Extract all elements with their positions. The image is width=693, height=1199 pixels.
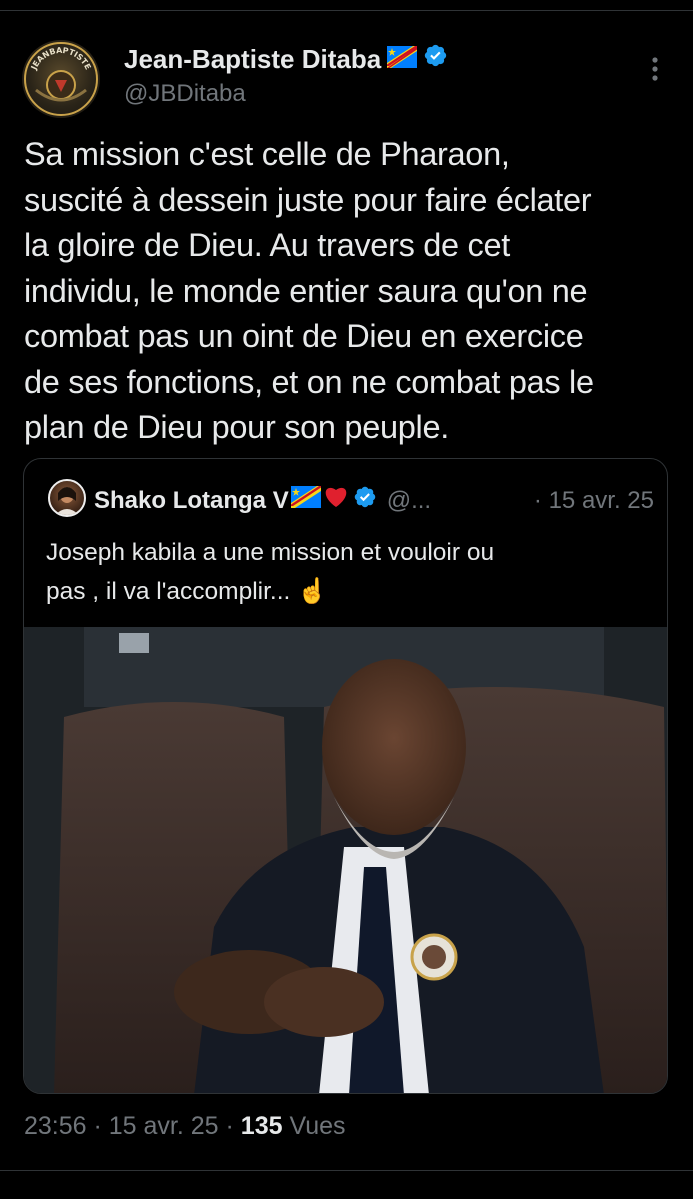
quoted-text: Joseph kabila a une mission et vouloir o… [46, 533, 646, 611]
quoted-date[interactable]: · 15 avr. 25 [534, 487, 654, 515]
quoted-author-avatar[interactable] [48, 479, 86, 517]
tweet-text: Sa mission c'est celle de Pharaon, susci… [24, 136, 594, 445]
tweet-meta: 23:56 · 15 avr. 25 · 135 Vues [24, 1112, 346, 1141]
more-options-button[interactable] [640, 52, 670, 86]
pointing-up-emoji: ☝️ [297, 578, 328, 605]
drc-flag-icon [387, 44, 418, 75]
quoted-author-handle[interactable]: @... [387, 487, 431, 515]
more-vertical-icon [652, 57, 658, 81]
bottom-divider [0, 1170, 693, 1171]
author-name-row[interactable]: Jean-Baptiste Ditaba [124, 43, 448, 75]
red-heart-icon [323, 485, 349, 516]
verified-badge-icon [423, 43, 448, 75]
tweet-timestamp[interactable]: 23:56 · 15 avr. 25 · [24, 1112, 241, 1140]
quoted-header[interactable]: Shako Lotanga V @... · 15 avr. 25 [94, 485, 654, 516]
author-handle[interactable]: @JBDitaba [124, 80, 246, 108]
quoted-author-name[interactable]: Shako Lotanga V [94, 487, 289, 515]
author-avatar[interactable]: JEANBAPTISTE [22, 40, 100, 118]
quoted-tweet-photo[interactable] [24, 627, 667, 1093]
author-name[interactable]: Jean-Baptiste Ditaba [124, 44, 381, 75]
views-count[interactable]: 135 [241, 1112, 283, 1140]
quoted-tweet-card[interactable]: Shako Lotanga V @... · 15 avr. 25 Joseph… [23, 458, 668, 1094]
verified-badge-icon [353, 485, 377, 516]
quoted-text-body: Joseph kabila a une mission et vouloir o… [46, 539, 495, 605]
drc-flag-icon [290, 486, 321, 515]
views-label: Vues [282, 1112, 346, 1140]
top-divider [0, 10, 693, 11]
